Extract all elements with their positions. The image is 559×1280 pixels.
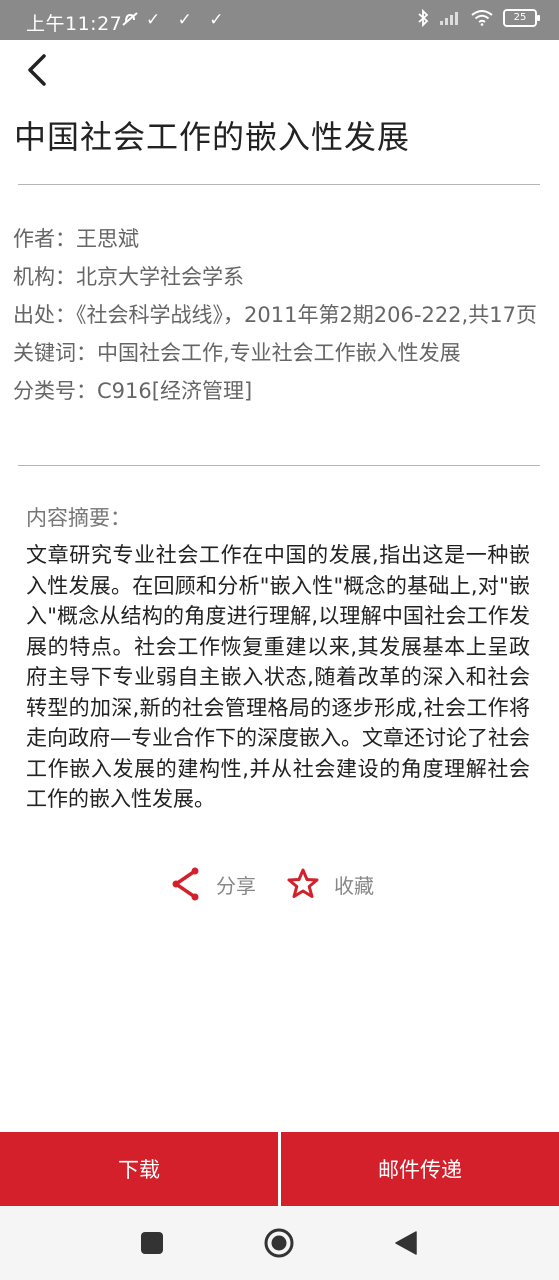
back-button[interactable]: [20, 50, 56, 90]
share-button[interactable]: 分享: [170, 866, 256, 902]
meta-divider: [18, 465, 540, 466]
meta-classification: 分类号：C916[经济管理]: [13, 379, 253, 403]
signal-icon: [440, 12, 458, 25]
download-button[interactable]: 下载: [0, 1132, 278, 1206]
system-back-button[interactable]: [391, 1228, 421, 1258]
abstract-label: 内容摘要：: [26, 506, 131, 530]
bottom-action-bar: 下载 邮件传递: [0, 1132, 559, 1206]
favorite-button[interactable]: 收藏: [286, 867, 374, 901]
notification-checks: ✓ ✓ ✓: [146, 10, 230, 30]
star-icon: [287, 868, 319, 898]
meta-keywords: 关键词：中国社会工作,专业社会工作嵌入性发展: [13, 341, 461, 365]
battery-icon: 25: [503, 9, 540, 27]
notification-icons: ✓ ✓ ✓: [120, 10, 230, 30]
system-nav-bar: [0, 1206, 559, 1280]
favorite-label: 收藏: [334, 873, 374, 898]
wifi-icon: [471, 10, 493, 26]
muted-icon: [122, 12, 138, 26]
share-icon: [172, 867, 199, 901]
meta-institution: 机构：北京大学社会学系: [13, 265, 244, 289]
share-label: 分享: [216, 873, 256, 898]
nav-home-icon: [264, 1228, 294, 1258]
home-button[interactable]: [264, 1228, 294, 1258]
bluetooth-icon: [418, 9, 429, 27]
status-right: 25: [417, 9, 540, 27]
status-time: 上午11:27: [26, 13, 123, 35]
abstract-text: 文章研究专业社会工作在中国的发展,指出这是一种嵌入性发展。在回顾和分析"嵌入性"…: [26, 543, 530, 811]
action-row: 分享 收藏: [170, 866, 374, 902]
back-arrow-icon: [28, 54, 46, 86]
article-meta: 作者：王思斌 机构：北京大学社会学系 出处：《社会科学战线》，2011年第2期2…: [13, 226, 543, 416]
nav-square-icon: [141, 1232, 163, 1254]
nav-back-icon: [395, 1231, 417, 1255]
meta-source: 出处：《社会科学战线》，2011年第2期206-222,共17页: [13, 303, 537, 327]
email-delivery-button[interactable]: 邮件传递: [281, 1132, 559, 1206]
article-title: 中国社会工作的嵌入性发展: [14, 118, 411, 156]
meta-author: 作者：王思斌: [13, 227, 139, 251]
recent-apps-button[interactable]: [137, 1228, 167, 1258]
status-bar: 上午11:27 ✓ ✓ ✓ 25: [0, 0, 559, 40]
title-divider: [18, 184, 540, 185]
